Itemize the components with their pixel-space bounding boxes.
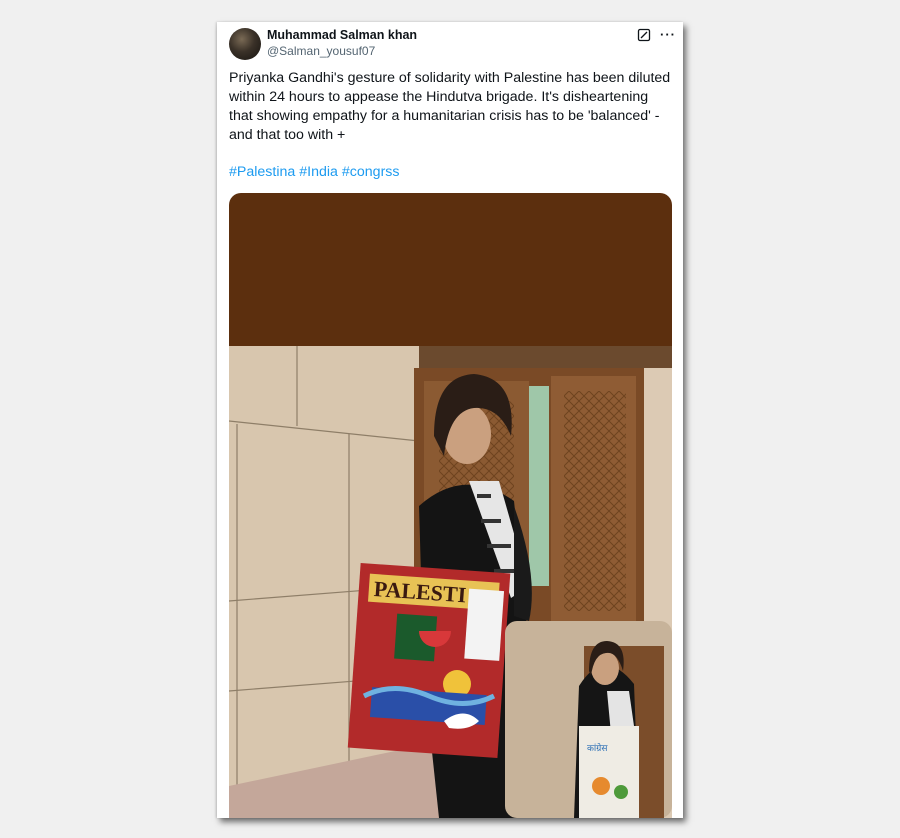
more-options-icon[interactable]: ···: [660, 27, 676, 42]
media-image[interactable]: PALESTI कांग्रेस: [229, 193, 672, 818]
photo: PALESTI कांग्रेस: [229, 346, 672, 818]
author-name[interactable]: Muhammad Salman khan: [267, 28, 417, 42]
hashtags: #Palestina #India #congrss: [229, 164, 404, 180]
small-bag-text: कांग्रेस: [587, 742, 608, 754]
hashtag-link[interactable]: #India: [299, 164, 338, 180]
hashtag-link[interactable]: #Palestina: [229, 164, 295, 180]
tweet-card: Muhammad Salman khan @Salman_yousuf07 ··…: [217, 22, 683, 818]
avatar[interactable]: [229, 28, 261, 60]
edit-icon[interactable]: [637, 28, 651, 42]
hashtag-link[interactable]: #congrss: [342, 164, 400, 180]
author-handle[interactable]: @Salman_yousuf07: [267, 44, 375, 58]
tweet-text: Priyanka Gandhi's gesture of solidarity …: [229, 70, 671, 143]
